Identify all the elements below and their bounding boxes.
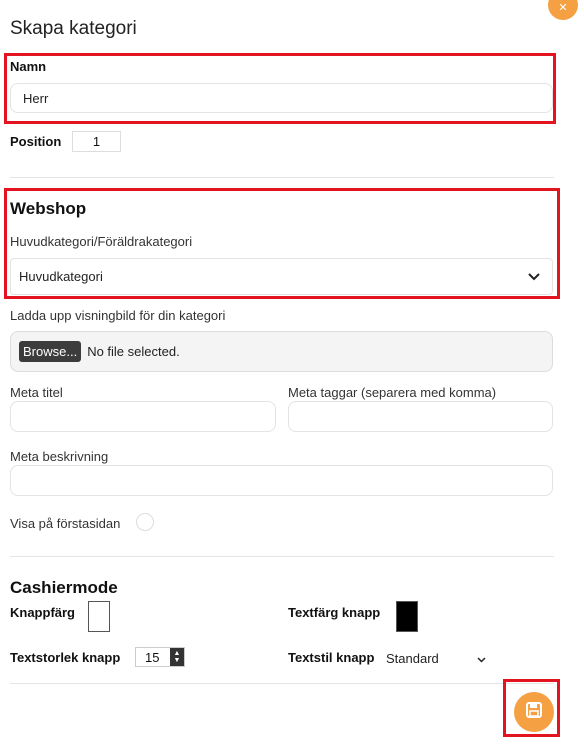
button-color-swatch[interactable] bbox=[88, 601, 110, 632]
position-input[interactable]: 1 bbox=[72, 131, 121, 152]
cashiermode-heading: Cashiermode bbox=[10, 578, 118, 597]
text-size-value: 15 bbox=[145, 649, 160, 665]
text-size-stepper[interactable]: 15 ▲ ▼ bbox=[135, 647, 185, 667]
meta-tags-label: Meta taggar (separera med komma) bbox=[288, 385, 497, 400]
parent-category-select[interactable]: Huvudkategori bbox=[10, 258, 553, 295]
floppy-disk-icon bbox=[525, 701, 543, 724]
position-label: Position bbox=[10, 134, 62, 149]
text-color-label: Textfärg knapp bbox=[288, 605, 381, 620]
modal-title: Skapa kategori bbox=[10, 18, 137, 39]
browse-button[interactable]: Browse... bbox=[19, 341, 82, 362]
file-upload-input[interactable]: Browse... No file selected. bbox=[10, 331, 553, 372]
show-front-label: Visa på förstasidan bbox=[10, 516, 121, 531]
chevron-down-icon bbox=[477, 651, 486, 666]
name-label: Namn bbox=[10, 59, 47, 74]
meta-tags-input[interactable] bbox=[288, 401, 553, 432]
divider bbox=[10, 683, 554, 684]
webshop-heading: Webshop bbox=[10, 199, 87, 218]
chevron-down-icon bbox=[528, 269, 540, 284]
save-button[interactable] bbox=[514, 692, 554, 732]
file-status: No file selected. bbox=[87, 344, 180, 359]
meta-title-input[interactable] bbox=[10, 401, 276, 432]
divider bbox=[10, 177, 554, 178]
meta-description-label: Meta beskrivning bbox=[10, 449, 109, 464]
name-input[interactable]: Herr bbox=[10, 83, 553, 113]
stepper-arrows-icon[interactable]: ▲ ▼ bbox=[170, 648, 184, 666]
meta-title-label: Meta titel bbox=[10, 385, 63, 400]
divider bbox=[10, 556, 554, 557]
parent-category-value: Huvudkategori bbox=[19, 269, 103, 284]
text-style-value: Standard bbox=[386, 650, 439, 666]
meta-description-input[interactable] bbox=[10, 465, 553, 496]
close-button[interactable]: ✕ bbox=[548, 0, 578, 20]
text-color-swatch[interactable] bbox=[396, 601, 418, 632]
show-front-checkbox[interactable] bbox=[136, 513, 154, 531]
button-color-label: Knappfärg bbox=[10, 605, 75, 620]
text-style-label: Textstil knapp bbox=[288, 650, 375, 665]
upload-label: Ladda upp visningbild för din kategori bbox=[10, 308, 226, 323]
text-size-label: Textstorlek knapp bbox=[10, 650, 121, 665]
text-style-select[interactable]: Standard bbox=[386, 649, 486, 667]
close-icon: ✕ bbox=[558, 2, 568, 14]
parent-category-label: Huvudkategori/Föräldrakategori bbox=[10, 234, 193, 249]
